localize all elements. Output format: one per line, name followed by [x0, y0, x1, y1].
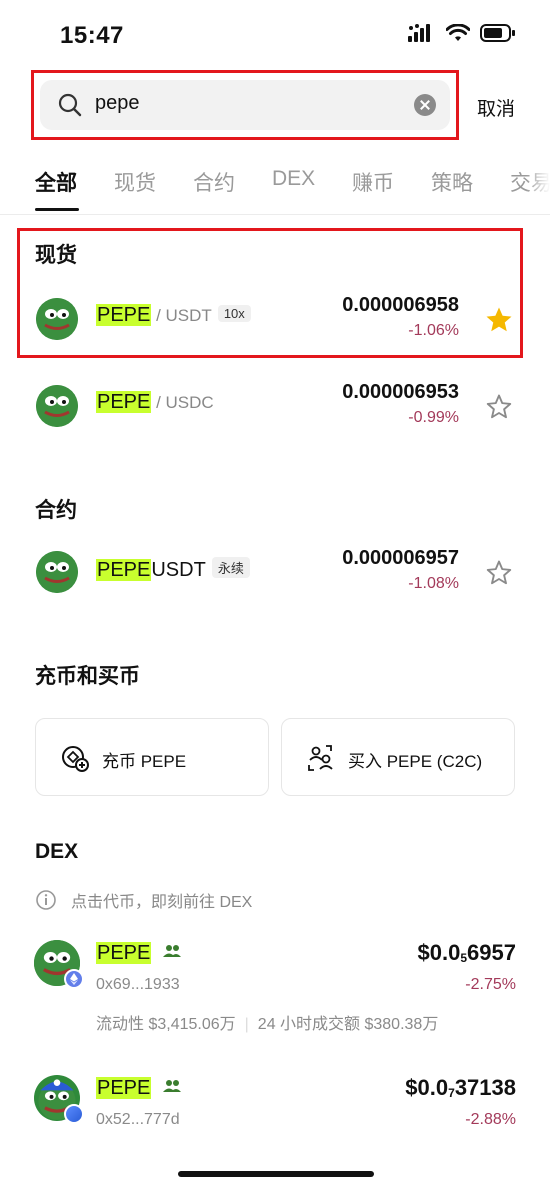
- category-tabs: 全部 现货 合约 DEX 赚币 策略 交易: [0, 165, 550, 215]
- pair-name: PEPE / USDC: [96, 391, 214, 414]
- tab-spot[interactable]: 现货: [114, 167, 156, 197]
- symbol-highlight: PEPE: [96, 559, 152, 581]
- p2p-exchange-icon: [308, 745, 333, 771]
- symbol-highlight: PEPE: [96, 942, 152, 964]
- price-change: -0.99%: [408, 409, 459, 426]
- last-price: 0.000006953: [342, 381, 459, 403]
- deposit-label: 充币 PEPE: [102, 752, 187, 771]
- star-outline-icon[interactable]: [484, 558, 514, 588]
- search-icon: [58, 93, 82, 117]
- token-price: $0.0737138: [405, 1075, 516, 1100]
- quote-currency: / USDT: [151, 306, 212, 325]
- dex-section-title: DEX: [35, 840, 79, 863]
- symbol-highlight: PEPE: [96, 1077, 152, 1099]
- deposit-buy-section-title: 充币和买币: [35, 665, 140, 688]
- buy-label: 买入 PEPE (C2C): [348, 752, 483, 771]
- holders-icon: [162, 945, 181, 957]
- price-change: -1.06%: [408, 322, 459, 339]
- token-stats: 流动性 $3,415.06万 | 24 小时成交额 $380.38万: [96, 1016, 439, 1033]
- deposit-icon: [62, 746, 89, 772]
- last-price: 0.000006957: [342, 547, 459, 569]
- token-name: PEPE: [96, 1077, 181, 1100]
- symbol-highlight: PEPE: [96, 304, 152, 326]
- tab-all[interactable]: 全部: [35, 167, 77, 197]
- futures-row-pepeusdt[interactable]: PEPEUSDT 永续 0.000006957 -1.08%: [0, 543, 550, 603]
- symbol-highlight: PEPE: [96, 391, 152, 413]
- signal-icon: [408, 24, 430, 42]
- leverage-tag: 10x: [217, 305, 251, 322]
- star-filled-icon[interactable]: [484, 305, 514, 335]
- token-change: -2.88%: [465, 1111, 516, 1128]
- deposit-button[interactable]: 充币 PEPE: [35, 718, 269, 796]
- active-tab-indicator: [35, 208, 79, 211]
- clear-icon[interactable]: [414, 94, 436, 116]
- volume-24h-value: 24 小时成交额 $380.38万: [257, 1016, 439, 1033]
- tab-trade[interactable]: 交易: [510, 167, 550, 197]
- dex-info-line: 点击代币，即刻前往 DEX: [35, 888, 252, 912]
- pair-name: PEPE / USDT 10x: [96, 304, 251, 327]
- token-change: -2.75%: [465, 976, 516, 993]
- pepe-avatar: [36, 551, 78, 593]
- info-icon: [36, 890, 56, 910]
- status-icons: [408, 24, 516, 42]
- search-field[interactable]: pepe: [40, 80, 450, 130]
- holders-icon: [162, 1080, 181, 1092]
- quote-currency: / USDC: [151, 393, 214, 412]
- star-outline-icon[interactable]: [484, 392, 514, 422]
- price-change: -1.08%: [408, 575, 459, 592]
- spot-row-pepe-usdc[interactable]: PEPE / USDC 0.000006953 -0.99%: [0, 377, 550, 437]
- pepe-avatar: [36, 298, 78, 340]
- spot-section-title: 现货: [35, 244, 77, 267]
- pepe-avatar: [36, 385, 78, 427]
- search-input[interactable]: pepe: [95, 92, 140, 115]
- status-bar: 15:47: [0, 0, 550, 70]
- token-price: $0.056957: [417, 940, 516, 965]
- tab-strategy[interactable]: 策略: [431, 167, 473, 197]
- token-address: 0x69...1933: [96, 976, 180, 993]
- contract-suffix: USDT: [151, 559, 206, 581]
- futures-section-title: 合约: [35, 499, 77, 522]
- tab-dex[interactable]: DEX: [272, 167, 315, 191]
- spot-row-pepe-usdt[interactable]: PEPE / USDT 10x 0.000006958 -1.06%: [0, 290, 550, 350]
- tab-earn[interactable]: 赚币: [352, 167, 394, 197]
- tab-futures[interactable]: 合约: [193, 167, 235, 197]
- wifi-icon: [446, 24, 470, 41]
- cancel-button[interactable]: 取消: [477, 94, 515, 121]
- buy-c2c-button[interactable]: 买入 PEPE (C2C): [281, 718, 515, 796]
- search-annotation-box: pepe: [31, 70, 459, 140]
- chain-badge-icon: [64, 1104, 84, 1124]
- last-price: 0.000006958: [342, 294, 459, 316]
- perpetual-tag: 永续: [211, 557, 250, 578]
- token-address: 0x52...777d: [96, 1111, 180, 1128]
- ethereum-chain-icon: [64, 969, 84, 989]
- dex-info-text: 点击代币，即刻前往 DEX: [71, 894, 253, 911]
- battery-icon: [480, 24, 515, 42]
- status-time: 15:47: [60, 22, 124, 49]
- pair-name: PEPEUSDT 永续: [96, 557, 250, 582]
- home-indicator: [178, 1171, 374, 1177]
- liquidity-value: 流动性 $3,415.06万: [96, 1016, 236, 1033]
- token-name: PEPE: [96, 942, 181, 965]
